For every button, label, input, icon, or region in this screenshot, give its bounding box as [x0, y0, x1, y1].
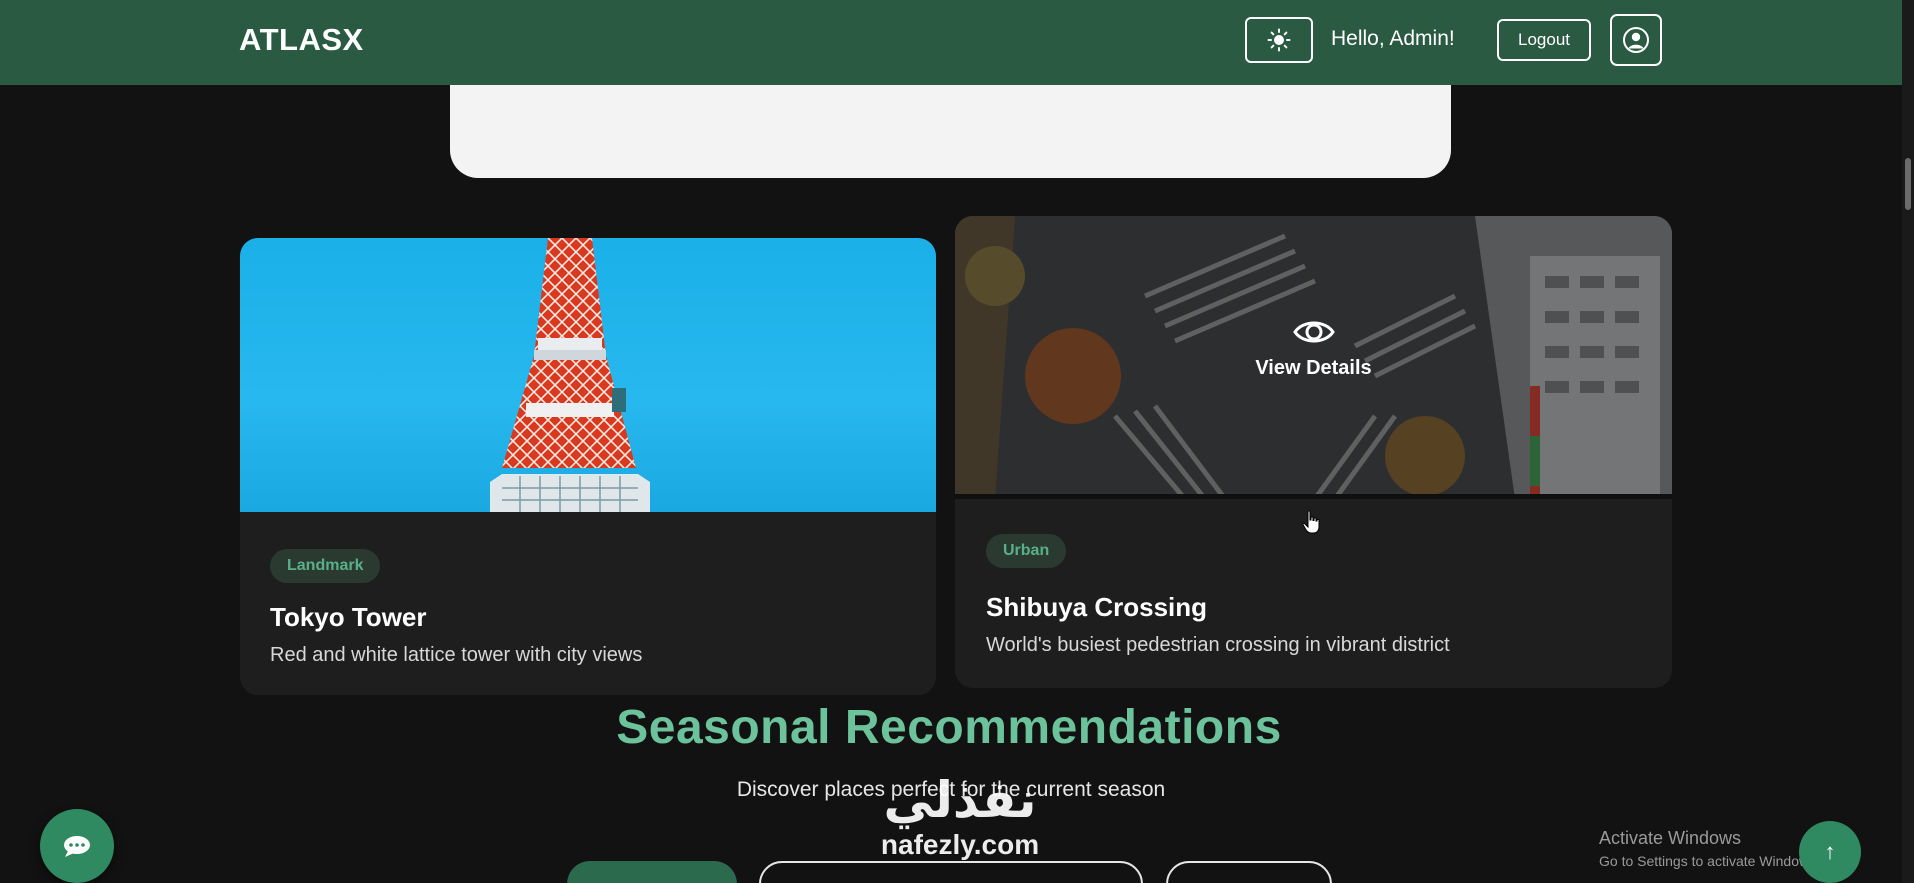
- shibuya-crossing-image: View Details: [955, 216, 1672, 499]
- watermark-arabic: نفذلي: [883, 772, 1037, 828]
- theme-toggle-button[interactable]: [1245, 17, 1313, 63]
- category-tag: Landmark: [270, 549, 381, 583]
- card-title: Shibuya Crossing: [986, 592, 1208, 622]
- page: ATLASX Hello, Admin! Logout Landmark Tok…: [0, 0, 1914, 883]
- sun-icon: [1267, 28, 1291, 52]
- user-circle-icon: [1623, 27, 1649, 53]
- page-scrollbar[interactable]: [1902, 0, 1914, 883]
- season-filter-button-active[interactable]: [567, 861, 737, 883]
- section-title: Seasonal Recommendations: [616, 701, 1282, 754]
- hand-pointer-cursor-icon: [1302, 510, 1320, 534]
- season-filter-button[interactable]: [759, 861, 1143, 883]
- windows-activation-title: Activate Windows: [1599, 828, 1742, 848]
- watermark-logo: نفذلي nafezly.com: [845, 770, 1075, 860]
- scrollbar-thumb[interactable]: [1905, 158, 1911, 210]
- view-details-label: View Details: [1255, 356, 1372, 379]
- windows-activation-notice: Activate Windows Go to Settings to activ…: [1599, 828, 1820, 869]
- chat-bubble-icon: [64, 836, 90, 857]
- season-filter-button[interactable]: [1166, 861, 1332, 883]
- card-title: Tokyo Tower: [270, 602, 427, 632]
- eye-icon: [1292, 321, 1335, 342]
- card-description: World's busiest pedestrian crossing in v…: [986, 634, 1450, 656]
- windows-activation-subtitle: Go to Settings to activate Windows.: [1599, 853, 1820, 869]
- view-details-overlay[interactable]: View Details: [955, 216, 1672, 494]
- logout-button[interactable]: Logout: [1497, 19, 1591, 61]
- brand-logo[interactable]: ATLASX: [239, 22, 364, 58]
- place-card-shibuya-crossing[interactable]: View Details Urban Shibuya Crossing Worl…: [955, 216, 1672, 688]
- scroll-to-top-button[interactable]: ↑: [1799, 821, 1861, 883]
- category-tag: Urban: [986, 534, 1067, 568]
- card-description: Red and white lattice tower with city vi…: [270, 644, 643, 666]
- chat-button[interactable]: [40, 809, 114, 883]
- place-card-tokyo-tower[interactable]: Landmark Tokyo Tower Red and white latti…: [240, 238, 936, 695]
- tokyo-tower-image: [240, 238, 936, 512]
- profile-button[interactable]: [1610, 14, 1662, 66]
- user-greeting: Hello, Admin!: [1331, 27, 1455, 50]
- watermark-latin: nafezly.com: [880, 829, 1040, 860]
- navbar: ATLASX Hello, Admin! Logout: [0, 0, 1902, 85]
